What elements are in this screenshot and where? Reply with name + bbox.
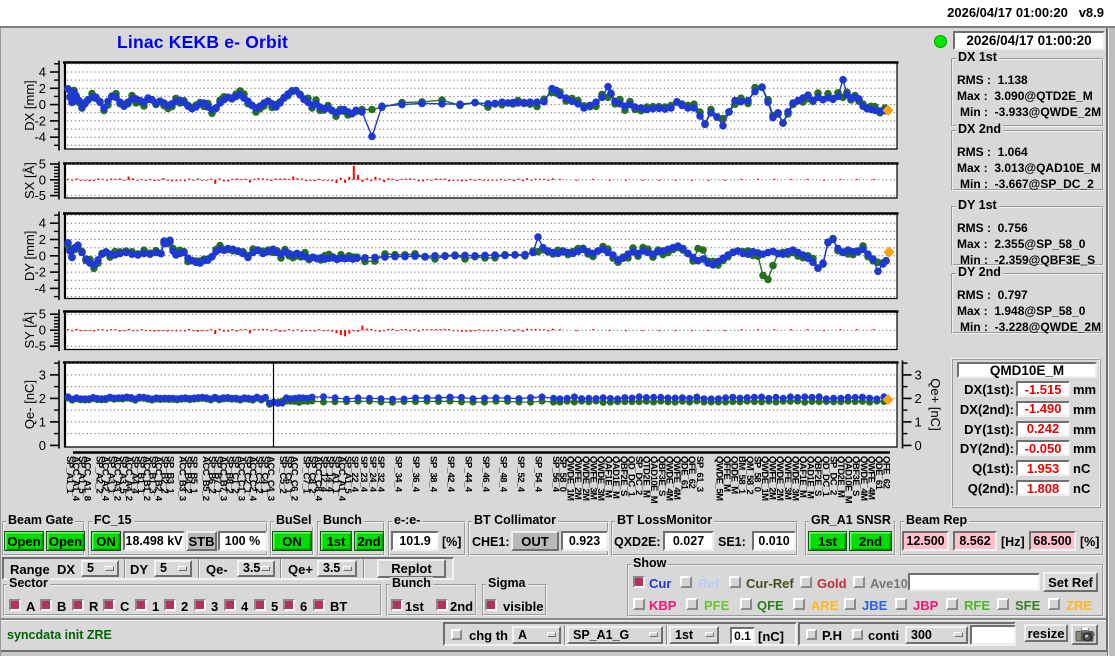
svg-text:ACC_C4_3: ACC_C4_3 (265, 456, 276, 501)
svg-text:0: 0 (39, 172, 46, 187)
svg-text:SP_44_4: SP_44_4 (463, 456, 474, 493)
svg-text:SP_B3_1: SP_B3_1 (164, 456, 175, 494)
svg-text:0: 0 (39, 248, 46, 263)
svg-text:4: 4 (39, 65, 46, 80)
svg-text:SP_38_4: SP_38_4 (428, 456, 439, 493)
svg-text:DX [mm]: DX [mm] (22, 80, 37, 131)
svg-text:SP_48_4: SP_48_4 (498, 456, 509, 493)
svg-text:SP_B5_1: SP_B5_1 (188, 456, 199, 494)
svg-text:1: 1 (915, 414, 922, 429)
svg-text:4: 4 (39, 216, 46, 231)
svg-text:0: 0 (39, 438, 46, 453)
svg-text:5: 5 (39, 307, 46, 322)
svg-text:SY [Å]: SY [Å] (22, 312, 37, 349)
svg-text:3: 3 (915, 367, 922, 382)
svg-text:Qe- [nC]: Qe- [nC] (22, 380, 37, 429)
svg-text:SX [Å]: SX [Å] (22, 162, 37, 199)
svg-text:0: 0 (915, 438, 922, 453)
svg-text:2: 2 (915, 391, 922, 406)
svg-text:2: 2 (39, 81, 46, 96)
svg-text:0: 0 (39, 323, 46, 338)
svg-text:ACC_A1_8: ACC_A1_8 (82, 456, 93, 501)
svg-text:SP_52_4: SP_52_4 (515, 456, 526, 493)
svg-text:0: 0 (39, 97, 46, 112)
svg-text:2: 2 (39, 232, 46, 247)
svg-text:ACC_C6_2: ACC_C6_2 (289, 456, 300, 501)
svg-text:1: 1 (39, 414, 46, 429)
svg-text:SP_46_4: SP_46_4 (480, 456, 491, 493)
svg-text:2: 2 (39, 391, 46, 406)
svg-text:SP_54_4: SP_54_4 (533, 456, 544, 493)
svg-text:5: 5 (39, 157, 46, 172)
svg-text:SP_34_4: SP_34_4 (393, 456, 404, 493)
svg-text:SP_36_4: SP_36_4 (410, 456, 421, 493)
svg-text:DY [mm]: DY [mm] (22, 231, 37, 281)
svg-text:SP_42_4: SP_42_4 (445, 456, 456, 493)
svg-text:SP_24_4: SP_24_4 (367, 456, 378, 493)
svg-text:QFE_62: QFE_62 (881, 456, 892, 489)
svg-text:3: 3 (39, 367, 46, 382)
svg-text:-4: -4 (34, 281, 46, 296)
svg-text:SP_61_3: SP_61_3 (694, 456, 705, 492)
svg-text:-4: -4 (34, 130, 46, 145)
